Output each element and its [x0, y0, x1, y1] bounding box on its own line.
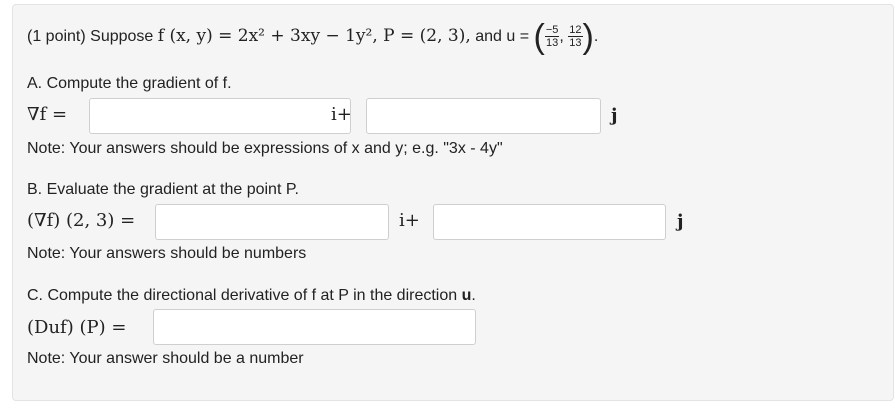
part-b-note: Note: Your answers should be numbers [27, 245, 307, 262]
u-x-fraction: −5 13 [544, 24, 560, 50]
i-plus-label: i+ [331, 104, 352, 125]
gradient-at-p-i-input[interactable] [155, 204, 389, 240]
part-b-prompt: B. Evaluate the gradient at the point P. [27, 181, 299, 198]
j-label: j [611, 105, 618, 126]
direction-u-symbol: u [461, 287, 472, 304]
part-c-note: Note: Your answer should be a number [27, 350, 304, 367]
gradient-at-p-label: (∇f) (2, 3) = [27, 210, 136, 231]
u-y-fraction: 12 13 [568, 24, 583, 50]
part-c-prompt: C. Compute the directional derivative of… [27, 287, 476, 305]
function-definition: f (x, y) = 2x² + 3xy − 1y², P = (2, 3), [157, 26, 471, 46]
problem-statement: (1 point) Suppose f (x, y) = 2x² + 3xy −… [27, 17, 599, 56]
directional-derivative-input[interactable] [153, 309, 476, 345]
i-plus-label-b: i+ [399, 210, 420, 231]
part-a-prompt: A. Compute the gradient of f. [27, 75, 232, 92]
part-c-prompt-text: C. Compute the directional derivative of… [27, 287, 458, 304]
points-text: (1 point) Suppose [27, 28, 154, 45]
directional-derivative-label: (Duf) (P) = [27, 317, 127, 338]
gradient-at-p-j-input[interactable] [433, 204, 666, 240]
right-paren: ) [582, 17, 594, 56]
gradient-i-input[interactable] [89, 98, 351, 134]
problem-card: (1 point) Suppose f (x, y) = 2x² + 3xy −… [12, 4, 894, 401]
gradient-label: ∇f = [27, 104, 68, 125]
j-label-b: j [677, 211, 684, 232]
period: . [471, 287, 476, 304]
and-u-text: and u = [475, 28, 530, 45]
part-a-note: Note: Your answers should be expressions… [27, 140, 503, 157]
gradient-j-input[interactable] [366, 98, 601, 134]
left-paren: ( [533, 17, 545, 56]
